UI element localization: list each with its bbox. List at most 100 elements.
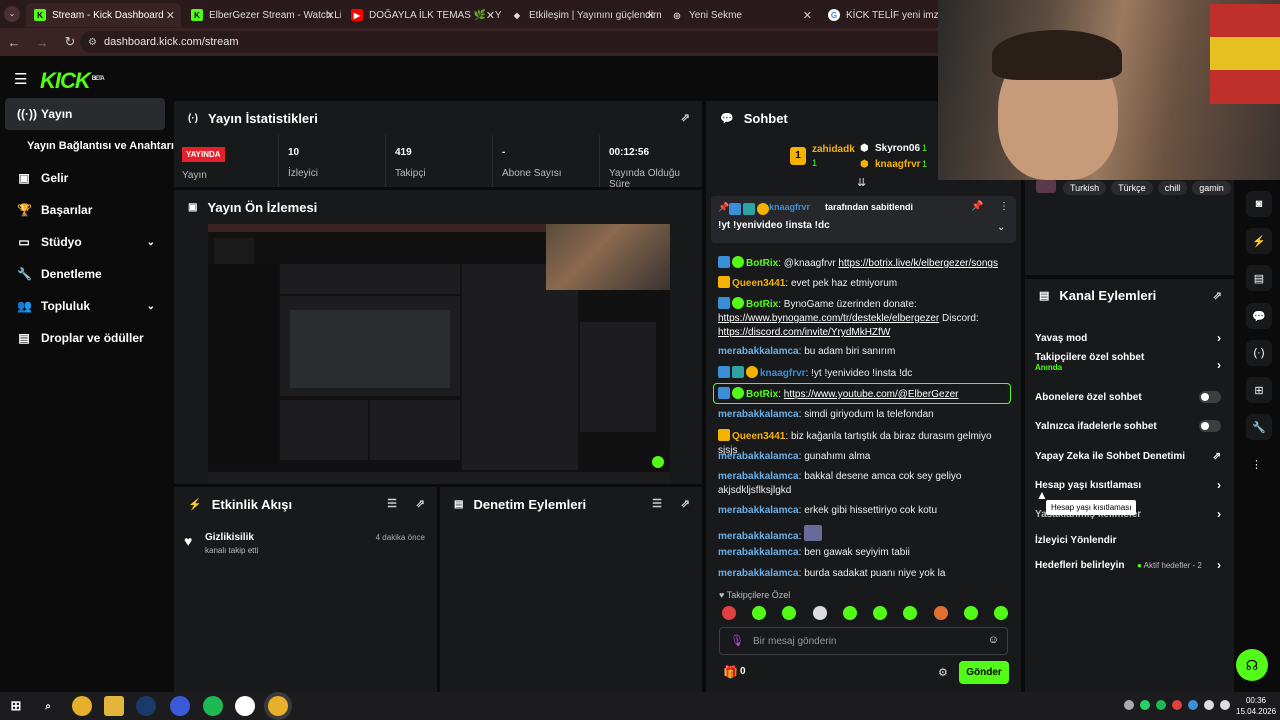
wrench-icon[interactable]: 🔧 — [1246, 414, 1272, 440]
browser-tab-google[interactable]: G KİCK TELİF yeni imzalandı - Go — [820, 3, 950, 27]
top-user-name[interactable]: zahidadk — [812, 144, 855, 155]
clipboard-icon[interactable]: ▤ — [1246, 265, 1272, 291]
gift-icon[interactable]: 🎁 — [723, 665, 738, 679]
forward-arrow-icon[interactable]: → — [28, 35, 56, 50]
sidebar-item-gelir[interactable]: ▣ Gelir — [5, 162, 165, 194]
emote-icon[interactable] — [963, 606, 978, 620]
sidebar-item-topluluk[interactable]: 👥 Topluluk ⌄ — [5, 290, 165, 322]
chat-link[interactable]: https://www.youtube.com/@ElberGezer — [784, 389, 959, 400]
close-icon[interactable]: ✕ — [486, 9, 495, 22]
lightning-icon[interactable]: ⚡ — [1246, 228, 1272, 254]
chevron-down-icon[interactable]: ⌄ — [997, 222, 1005, 233]
settings-gear-icon[interactable]: ⚙ — [938, 666, 948, 679]
browser-tab-kick-dashboard[interactable]: K Stream - Kick Dashboard ✕ — [26, 3, 181, 27]
chat-username[interactable]: Queen3441 — [732, 431, 785, 442]
chat-username[interactable]: merabakkalamca — [718, 471, 799, 482]
send-button[interactable]: Gönder — [959, 661, 1009, 684]
filter-icon[interactable]: ☰ — [387, 497, 397, 510]
chat-username[interactable]: BotRix — [746, 258, 778, 269]
chevron-right-icon[interactable]: › — [1217, 331, 1221, 345]
chevron-right-icon[interactable]: › — [1217, 478, 1221, 492]
follower-only-row[interactable]: Takipçilere özel sohbet Anında › — [1035, 352, 1225, 382]
chat-username[interactable]: BotRix — [746, 299, 778, 310]
browser-tab-botrix[interactable]: ◆ Etkileşim | Yayınını güçlendirme ✕ — [503, 3, 661, 27]
chat-username[interactable]: knaagfrvr — [760, 368, 806, 379]
emote-icon[interactable] — [782, 606, 797, 620]
slow-mode-row[interactable]: Yavaş mod › — [1035, 327, 1225, 349]
site-info-icon[interactable]: ⚙ — [88, 37, 97, 48]
tag-chip[interactable]: Turkish — [1063, 181, 1107, 195]
sidebar-item-droplar[interactable]: ▤ Droplar ve ödüller — [5, 322, 165, 354]
chat-input[interactable]: 🎙 Bir mesaj gönderin ☺ — [719, 627, 1008, 655]
top-user-name[interactable]: knaagfrvr — [875, 159, 921, 170]
volume-icon[interactable] — [1220, 700, 1230, 710]
stream-preview-video[interactable] — [208, 224, 670, 484]
browser-tab-elbergezer[interactable]: K ElberGezer Stream - Watch Live ✕ — [183, 3, 341, 27]
sidebar-item-denetleme[interactable]: 🔧 Denetleme — [5, 258, 165, 290]
chat-username[interactable]: merabakkalamca — [718, 505, 799, 516]
tab-list-chevron-icon[interactable]: ⌄ — [4, 6, 20, 22]
emote-icon[interactable] — [933, 606, 948, 620]
discord-icon[interactable] — [170, 696, 190, 716]
emote-icon[interactable] — [722, 606, 736, 620]
close-icon[interactable]: ✕ — [646, 9, 655, 22]
emote-icon[interactable] — [752, 606, 767, 620]
url-input[interactable]: ⚙ dashboard.kick.com/stream — [80, 31, 960, 53]
emote-only-toggle[interactable] — [1199, 420, 1221, 432]
tray-icon[interactable] — [1124, 700, 1134, 710]
windows-start-icon[interactable]: ⊞ — [6, 696, 26, 716]
chrome-icon[interactable] — [72, 696, 92, 716]
back-arrow-icon[interactable]: ← — [0, 35, 28, 50]
unpin-icon[interactable]: 📌 — [971, 201, 983, 212]
top-user-name[interactable]: Skyron06 — [875, 143, 920, 154]
sidebar-item-yayin[interactable]: ((·)) Yayın — [5, 98, 165, 130]
bluetooth-icon[interactable] — [1188, 700, 1198, 710]
pinned-user[interactable]: knaagfrvr — [769, 202, 810, 212]
more-options-icon[interactable]: ⋮ — [999, 201, 1009, 212]
popout-icon[interactable]: ⇗ — [416, 497, 425, 510]
tag-chip[interactable]: chill — [1157, 181, 1188, 195]
spotify-icon[interactable] — [1156, 700, 1166, 710]
broadcast-icon[interactable]: (·) — [1246, 340, 1272, 366]
chat-username[interactable]: Queen3441 — [732, 278, 785, 289]
popout-icon[interactable]: ⇗ — [681, 111, 690, 124]
whatsapp-icon[interactable] — [1140, 700, 1150, 710]
sidebar-item-basarilar[interactable]: 🏆 Başarılar — [5, 194, 165, 226]
search-icon[interactable]: ⌕ — [38, 696, 58, 716]
browser-tab-new[interactable]: ◎ Yeni Sekme ✕ — [663, 3, 818, 27]
layout-icon[interactable]: ⊞ — [1246, 377, 1272, 403]
close-icon[interactable]: ✕ — [803, 9, 812, 22]
emote-icon[interactable] — [812, 606, 827, 620]
tag-chip[interactable]: gamin — [1192, 181, 1231, 195]
spotify-icon[interactable] — [203, 696, 223, 716]
camera-icon[interactable]: ◙ — [1246, 191, 1272, 217]
chat-username[interactable]: merabakkalamca — [718, 547, 799, 558]
microphone-icon[interactable]: 🎙 — [730, 634, 744, 647]
chat-username[interactable]: BotRix — [746, 389, 778, 400]
tray-icon[interactable] — [1172, 700, 1182, 710]
chevron-right-icon[interactable]: › — [1217, 507, 1221, 521]
event-user[interactable]: Gizlikisilik — [205, 532, 254, 543]
browser-tab-youtube[interactable]: ▶ DOĞAYLA İLK TEMAS 🌿 - You ✕ — [343, 3, 501, 27]
popout-icon[interactable]: ⇗ — [681, 497, 690, 510]
close-icon[interactable]: ✕ — [166, 9, 175, 22]
chat-link[interactable]: https://discord.com/invite/YrydMkHZfW — [718, 327, 890, 338]
support-headset-icon[interactable]: ☊ — [1236, 649, 1268, 681]
chevron-right-icon[interactable]: › — [1217, 558, 1221, 572]
chat-username[interactable]: merabakkalamca — [718, 346, 799, 357]
collapse-arrow-icon[interactable]: ⇊ — [857, 176, 866, 189]
close-icon[interactable]: ✕ — [326, 9, 335, 22]
steam-icon[interactable] — [136, 696, 156, 716]
chat-username[interactable]: merabakkalamca — [718, 568, 799, 579]
chevron-down-icon[interactable]: ⌄ — [147, 237, 155, 248]
sidebar-item-studyo[interactable]: ▭ Stüdyo ⌄ — [5, 226, 165, 258]
account-age-row[interactable]: Hesap yaşı kısıtlaması › — [1035, 474, 1225, 496]
external-link-icon[interactable]: ⇗ — [1213, 451, 1221, 462]
chat-username[interactable]: merabakkalamca — [718, 409, 799, 420]
emoji-icon[interactable]: ☺ — [988, 634, 999, 646]
goals-row[interactable]: Hedefleri belirleyin ● Aktif hedefler - 2… — [1035, 554, 1225, 576]
subscriber-only-toggle[interactable] — [1199, 391, 1221, 403]
emote-icon[interactable] — [873, 606, 888, 620]
sidebar-item-stream-key[interactable]: Yayın Bağlantısı ve Anahtarı — [5, 130, 175, 162]
kick-logo[interactable]: KICK BETA — [40, 68, 105, 94]
